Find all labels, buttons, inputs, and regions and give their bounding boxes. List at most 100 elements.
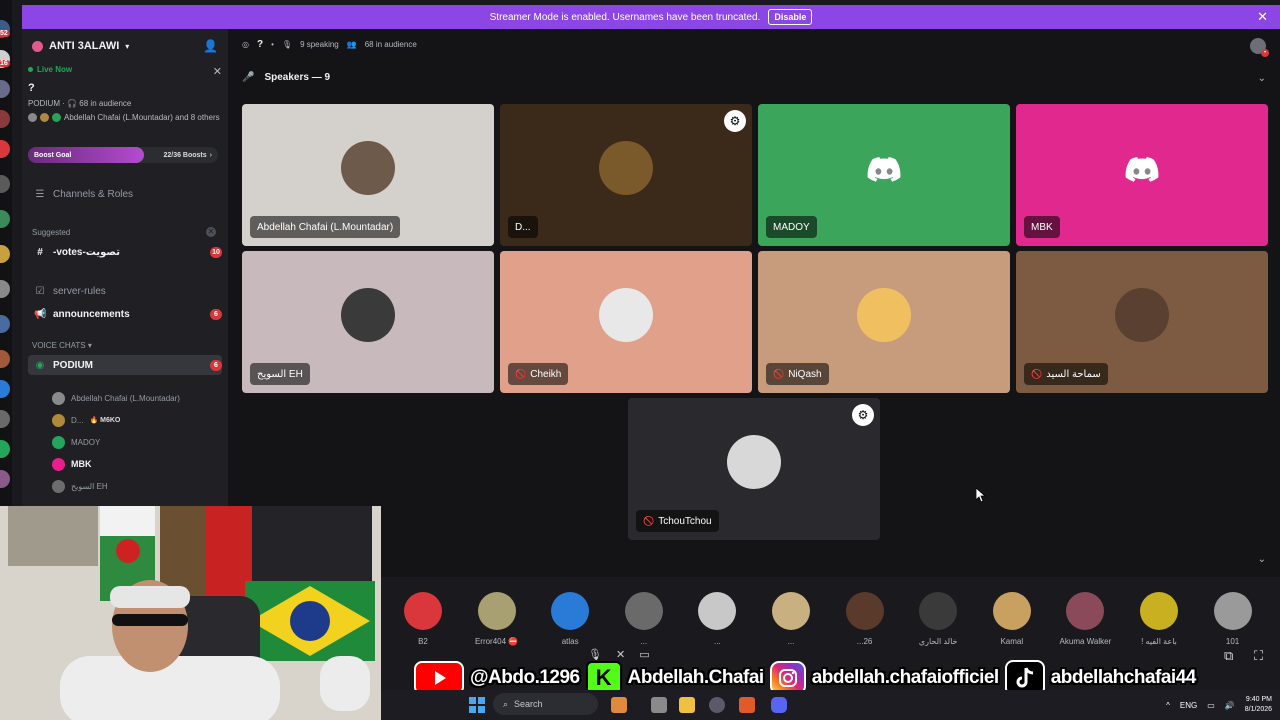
boost-goal-bar[interactable]: Boost Goal 22/36 Boosts › — [28, 147, 218, 163]
voice-user[interactable]: MADOY — [52, 433, 100, 451]
taskbar-search[interactable]: ⌕ Search — [493, 693, 598, 715]
channel-votes[interactable]: # -votes-تصويت 10 — [28, 242, 222, 262]
voice-user-name: D... — [71, 415, 84, 425]
voice-user-name: السويح EH — [71, 481, 108, 491]
speaker-tile[interactable]: MBK — [1016, 104, 1268, 246]
voice-chats-label: VOICE CHATS — [32, 341, 86, 350]
audience-member[interactable]: Error404 ⛔ — [467, 592, 527, 646]
speaker-tile[interactable]: 🚫 NiQash — [758, 251, 1010, 393]
clock[interactable]: 9:40 PM 8/1/2026 — [1245, 695, 1272, 715]
channel-announcements[interactable]: 📢 announcements 6 — [28, 304, 222, 324]
stage-icon: ◎ — [242, 40, 249, 49]
server-icon[interactable] — [0, 380, 10, 398]
hash-icon: # — [37, 246, 43, 258]
speaker-name: TchouTchou — [658, 515, 712, 527]
audience-member[interactable]: Akuma Walker — [1055, 592, 1115, 646]
server-icon[interactable] — [0, 280, 10, 298]
chevron-down-icon[interactable]: ⌄ — [1258, 73, 1266, 84]
channel-server-rules[interactable]: ☑ server-rules — [28, 281, 222, 301]
avatar — [341, 288, 395, 342]
server-icon[interactable] — [0, 80, 10, 98]
server-icon[interactable] — [0, 245, 10, 263]
taskbar-app-icon[interactable] — [611, 697, 627, 713]
speaker-tile[interactable]: ⚙ D... — [500, 104, 752, 246]
channel-podium[interactable]: ◉ PODIUM 6 — [28, 355, 222, 375]
audience-member[interactable]: Kamal — [982, 592, 1042, 646]
speaker-tile[interactable]: ⚙ 🚫 TchouTchou — [628, 398, 880, 540]
audience-member[interactable]: 101 — [1203, 592, 1263, 646]
mention-badge: 6 — [210, 308, 222, 320]
voice-user-name: MBK — [71, 459, 92, 469]
server-icon[interactable] — [0, 470, 10, 488]
audience-count: 68 in audience — [364, 40, 417, 49]
audience-member[interactable]: atlas — [540, 592, 600, 646]
taskbar-app-icon[interactable] — [709, 697, 725, 713]
audience-member[interactable]: ... — [761, 592, 821, 646]
channel-name: server-rules — [53, 285, 106, 297]
audience-member[interactable]: ... — [614, 592, 674, 646]
stage-title: ? — [28, 82, 35, 94]
server-icon[interactable] — [0, 110, 10, 128]
channel-name: announcements — [53, 308, 130, 320]
live-stage-card[interactable]: Live Now ✕ ? PODIUM · 🎧 68 in audience A… — [28, 65, 222, 122]
windows-taskbar: ⌕ Search ^ ENG ▭ 🔊 9:40 PM 8/1/2026 — [381, 690, 1280, 720]
audience-name: atlas — [561, 637, 579, 646]
live-dot-icon — [28, 67, 33, 72]
server-icon[interactable] — [0, 175, 10, 193]
taskbar-app-icon[interactable] — [651, 697, 667, 713]
avatar — [698, 592, 737, 630]
chevron-up-icon[interactable]: ^ — [1166, 701, 1170, 710]
avatar — [992, 592, 1031, 630]
folder-icon[interactable] — [679, 697, 695, 713]
speaker-tile[interactable]: MADOY — [758, 104, 1010, 246]
audience-name: ... — [787, 637, 795, 646]
user-avatar[interactable]: • — [1250, 38, 1269, 57]
windows-start-icon[interactable] — [469, 697, 485, 713]
speaker-name: MBK — [1031, 221, 1053, 233]
voice-chats-heading[interactable]: VOICE CHATS ▾ — [32, 341, 92, 350]
audience-member[interactable]: B2 — [393, 592, 453, 646]
dismiss-icon[interactable]: ✕ — [206, 227, 216, 237]
voice-user[interactable]: MBK — [52, 455, 92, 473]
voice-user[interactable]: D... 🔥 M6KO — [52, 411, 120, 429]
close-icon[interactable]: ✕ — [1257, 9, 1268, 25]
audience-member[interactable]: ...26 — [835, 592, 895, 646]
kick-handle: Abdellah.Chafai — [627, 667, 765, 688]
voice-user[interactable]: Abdellah Chafai (L.Mountadar) — [52, 389, 180, 407]
clock-date: 8/1/2026 — [1244, 706, 1272, 713]
brave-browser-icon[interactable] — [739, 697, 755, 713]
speaker-tile[interactable]: 🚫 سماحة السيد — [1016, 251, 1268, 393]
speaker-tile[interactable]: 🚫 Cheikh — [500, 251, 752, 393]
audience-member[interactable]: ... — [687, 592, 747, 646]
speaker-tile[interactable]: Abdellah Chafai (L.Mountadar) — [242, 104, 494, 246]
chevron-down-icon[interactable]: ⌄ — [1258, 554, 1266, 565]
popout-icon[interactable]: ⧉ — [1224, 648, 1233, 664]
server-icon[interactable] — [0, 350, 10, 368]
server-icon[interactable] — [0, 140, 10, 158]
audience-member[interactable]: خالد الحاري — [908, 592, 968, 646]
server-icon[interactable] — [0, 440, 10, 458]
speaking-count: 9 speaking — [300, 40, 339, 49]
avatar — [404, 592, 442, 630]
voice-user[interactable]: السويح EH — [52, 477, 108, 495]
close-icon[interactable]: ✕ — [213, 65, 222, 78]
monitor-icon[interactable]: ▭ — [1207, 701, 1215, 710]
channel-sidebar: ANTI 3ALAWI ▾ 👤 Live Now ✕ ? PODIUM · 🎧 … — [22, 29, 228, 506]
speakers-header[interactable]: 🎤 Speakers — 9 — [242, 72, 330, 83]
server-icon[interactable] — [0, 410, 10, 428]
speaker-tile[interactable]: السويح EH — [242, 251, 494, 393]
moderator-icon: ⚙ — [852, 404, 874, 426]
discord-taskbar-icon[interactable] — [771, 697, 787, 713]
channels-roles-link[interactable]: ☰ Channels & Roles — [28, 184, 222, 204]
server-icon[interactable] — [0, 315, 10, 333]
invite-people-icon[interactable]: 👤 — [203, 39, 218, 53]
fullscreen-icon[interactable]: ⛶ — [1254, 648, 1263, 664]
disable-streamer-mode-button[interactable]: Disable — [768, 9, 813, 25]
audience-member[interactable]: ! باعة الفيه — [1129, 592, 1189, 646]
volume-icon[interactable]: 🔊 — [1225, 701, 1235, 710]
language-indicator[interactable]: ENG — [1180, 701, 1197, 710]
discord-logo-icon — [867, 157, 901, 182]
server-icon[interactable] — [0, 210, 10, 228]
server-header[interactable]: ANTI 3ALAWI ▾ 👤 — [22, 29, 228, 63]
speaker-name: Cheikh — [530, 368, 562, 380]
